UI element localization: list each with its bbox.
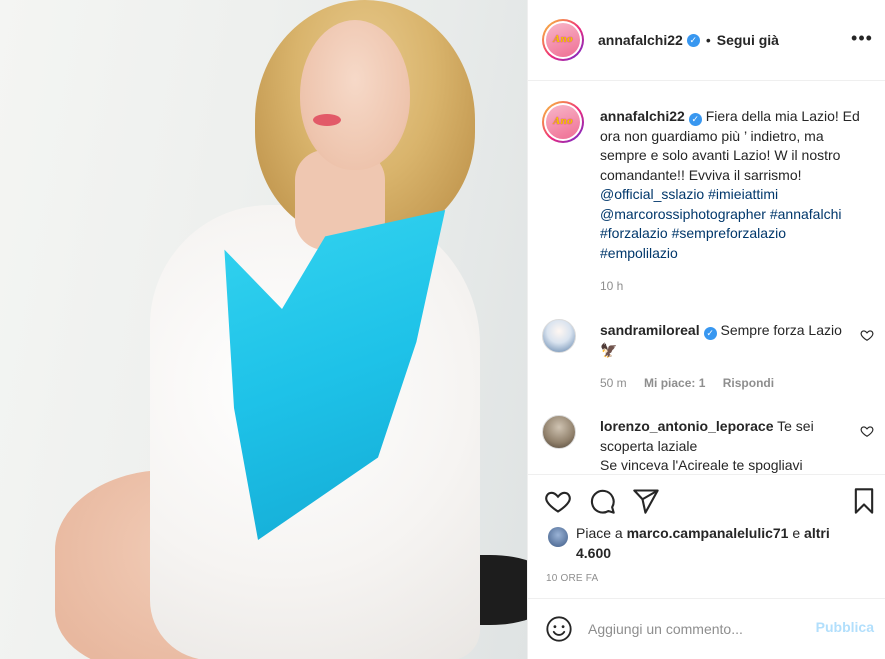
caption-username[interactable]: annafalchi22	[600, 108, 685, 124]
likes-conj: e	[792, 525, 801, 541]
small-heart-icon[interactable]	[860, 424, 874, 438]
comment-icon[interactable]	[588, 487, 616, 515]
post-timestamp[interactable]: 10 ORE FA	[546, 573, 598, 584]
emoji-icon[interactable]	[545, 615, 573, 643]
hashtag-link[interactable]: #empolilazio	[600, 245, 678, 261]
post-actions: Piace a marco.campanalelulic71 e altri 4…	[528, 474, 885, 604]
add-comment-bar: Pubblica	[528, 598, 885, 659]
header-author-line: annafalchi22 ✓ • Segui già	[598, 32, 779, 48]
comment-input[interactable]	[588, 617, 808, 641]
bookmark-icon[interactable]	[850, 487, 878, 515]
caption-author-avatar-image: Ano	[546, 105, 580, 139]
comments-section[interactable]: Ano annafalchi22 ✓ Fiera della mia Lazio!…	[528, 81, 885, 474]
hashtag-link[interactable]: #imieiattimi	[708, 186, 778, 202]
commenter-avatar[interactable]	[542, 415, 576, 449]
mention-link[interactable]: @marcorossiphotographer	[600, 206, 766, 222]
comment-likes[interactable]: Mi piace: 1	[644, 376, 705, 390]
mention-link[interactable]: @official_sslazio	[600, 186, 704, 202]
publish-button[interactable]: Pubblica	[816, 619, 874, 635]
small-heart-icon[interactable]	[860, 328, 874, 342]
author-avatar-image: Ano	[546, 23, 580, 57]
liker-avatar[interactable]	[548, 527, 568, 547]
reply-button[interactable]: Rispondi	[723, 376, 774, 390]
photo-lips	[313, 114, 341, 126]
comment-username[interactable]: sandramiloreal	[600, 322, 700, 338]
header-dot-separator: •	[705, 32, 711, 48]
caption-meta: 10 h	[600, 277, 860, 297]
comment-emoji: 🦅	[600, 341, 618, 358]
comment-body: lorenzo_antonio_leporace Te sei scoperta…	[600, 417, 860, 474]
comment-time[interactable]: 50 m	[600, 376, 627, 390]
heart-icon[interactable]	[544, 487, 572, 515]
hashtag-link[interactable]: #annafalchi	[770, 206, 842, 222]
hashtag-link[interactable]: #forzalazio	[600, 225, 668, 241]
photo-face	[300, 20, 410, 170]
post-header: Ano annafalchi22 ✓ • Segui già •••	[528, 0, 885, 81]
caption-author-avatar[interactable]: Ano	[542, 101, 584, 143]
comment-meta: 50 m Mi piace: 1 Rispondi	[600, 374, 860, 394]
verified-badge-icon: ✓	[688, 113, 702, 126]
more-options-icon[interactable]: •••	[850, 29, 874, 50]
comment-username[interactable]: lorenzo_antonio_leporace	[600, 418, 773, 434]
comment-body: sandramiloreal ✓ Sempre forza Lazio 🦅 50 …	[600, 321, 860, 394]
hashtag-link[interactable]: #sempreforzalazio	[672, 225, 786, 241]
post-side-panel: Ano annafalchi22 ✓ • Segui già ••• Ano a…	[527, 0, 885, 659]
follow-status-button[interactable]: Segui già	[717, 32, 779, 48]
caption-body: annafalchi22 ✓ Fiera della mia Lazio! Ed …	[600, 107, 860, 297]
likes-prefix: Piace a	[576, 525, 623, 541]
verified-badge-icon: ✓	[703, 327, 717, 340]
liker-username[interactable]: marco.campanalelulic71	[627, 525, 789, 541]
caption-time[interactable]: 10 h	[600, 279, 623, 293]
post-photo[interactable]	[0, 0, 527, 659]
comment-text-line-2: Se vinceva l'Acireale te spogliavi	[600, 457, 803, 473]
author-avatar[interactable]: Ano	[542, 19, 584, 61]
share-icon[interactable]	[632, 487, 660, 515]
header-username[interactable]: annafalchi22	[598, 32, 683, 48]
verified-badge-icon: ✓	[686, 33, 700, 47]
comment-text: Sempre forza Lazio	[720, 322, 842, 338]
commenter-avatar[interactable]	[542, 319, 576, 353]
